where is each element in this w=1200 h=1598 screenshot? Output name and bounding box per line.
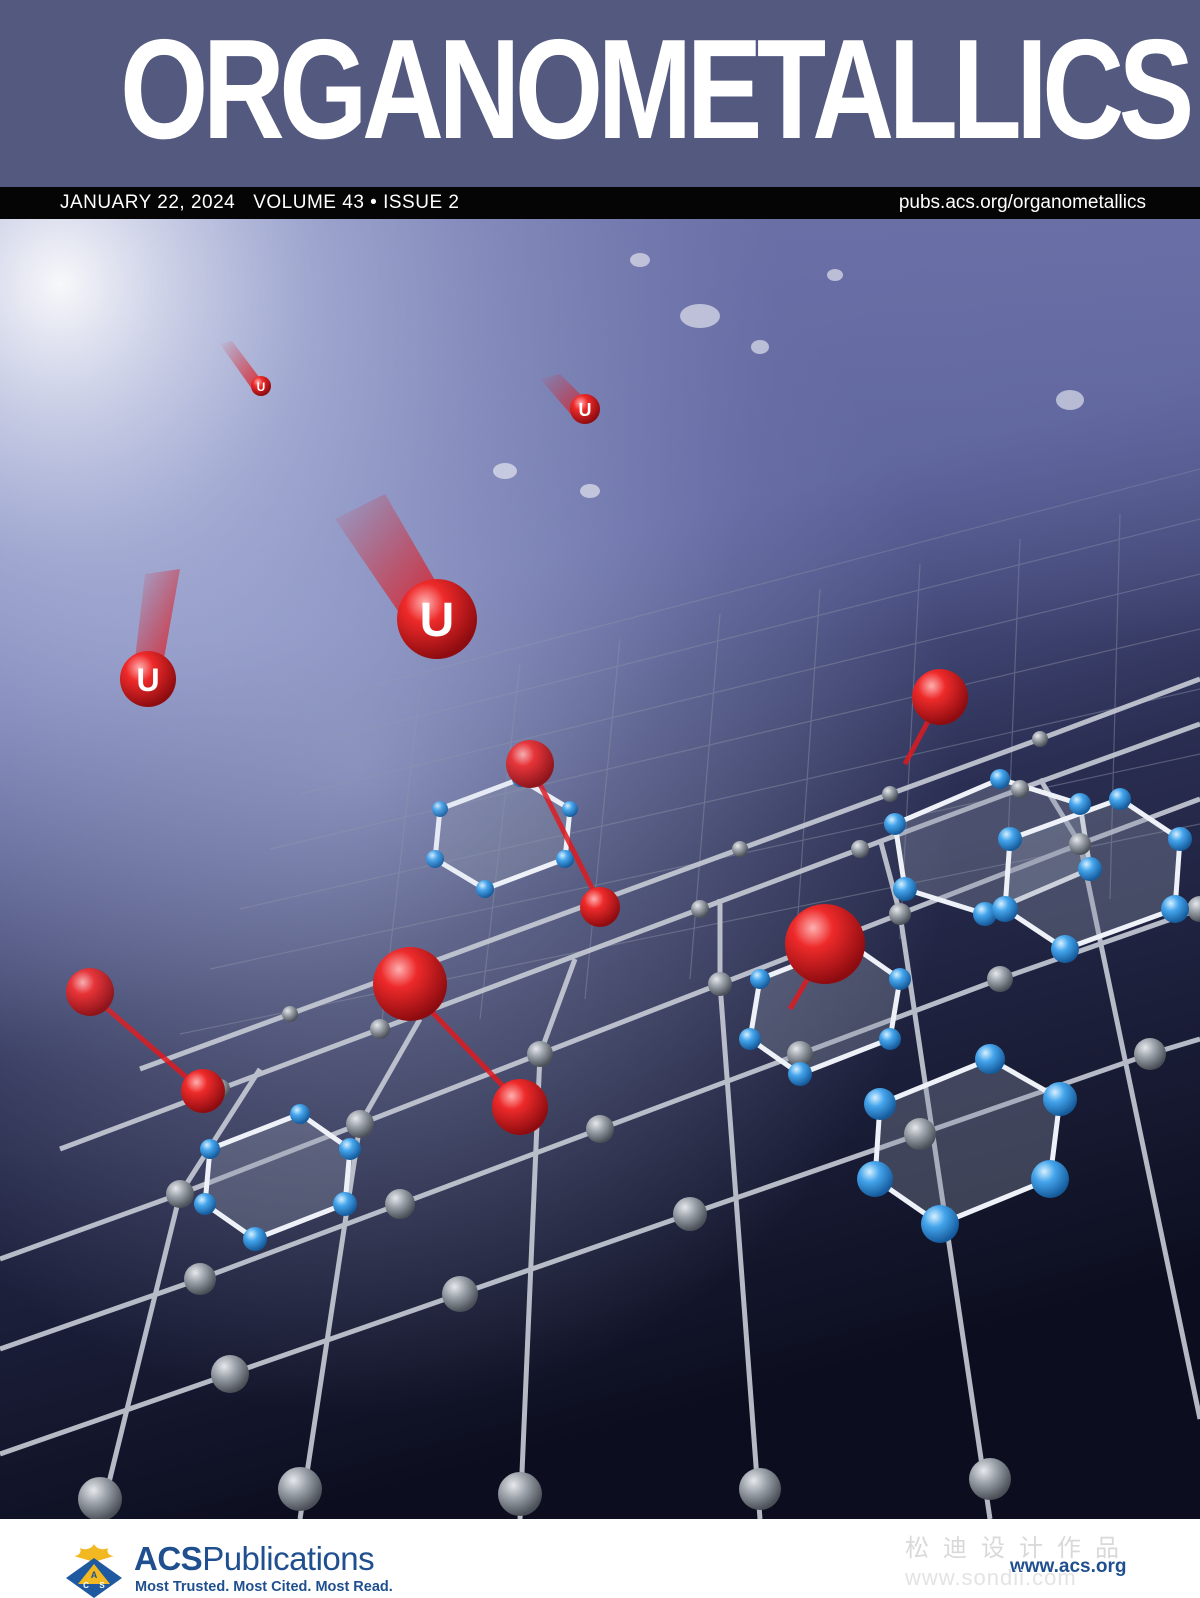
logo-letter: C [83,1581,89,1590]
logo-letter: A [91,1570,98,1580]
journal-url[interactable]: pubs.acs.org/organometallics [899,187,1146,219]
volume-issue: VOLUME 43 • ISSUE 2 [253,192,460,213]
brand-acs: ACS [134,1540,203,1577]
brand-tagline: Most Trusted. Most Cited. Most Read. [135,1579,393,1595]
uranium-atom-label: U [420,594,455,647]
uranium-atom-label: U [579,400,592,420]
uranium-atom-label: U [136,662,159,698]
acs-publications-wordmark[interactable]: ACSPublications [134,1540,375,1578]
issue-info-bar: JANUARY 22, 2024 VOLUME 43 • ISSUE 2 pubs… [0,187,1200,219]
light-beam [0,219,1200,1519]
acs-logo-icon: A C S [66,1544,122,1598]
journal-title: ORGANOMETALLICS [120,10,1194,169]
uranium-atom-label: U [257,380,266,394]
watermark-url: www.sondii.com [905,1565,1077,1590]
cover-illustration: U U U U [0,219,1200,1519]
masthead: ORGANOMETALLICS [0,0,1200,187]
brand-publications: Publications [202,1540,375,1577]
issue-date: JANUARY 22, 2024 [60,192,236,213]
logo-letter: S [99,1581,105,1590]
issue-date-volume: JANUARY 22, 2024 VOLUME 43 • ISSUE 2 [60,187,477,219]
